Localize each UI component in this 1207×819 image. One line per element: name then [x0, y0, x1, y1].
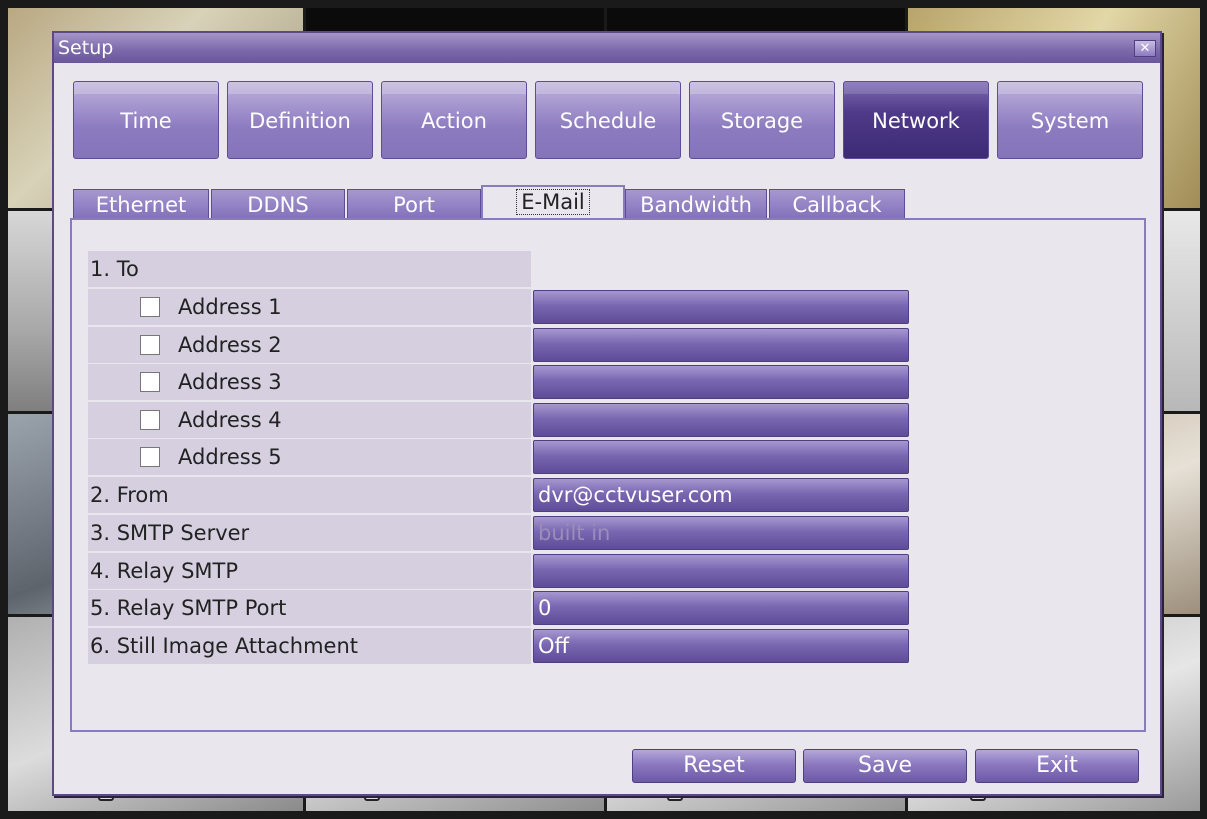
attachment-label: 6. Still Image Attachment [90, 634, 359, 658]
address-2-checkbox[interactable] [140, 335, 160, 355]
address-row: Address 5 [88, 439, 531, 475]
subtab-email[interactable]: E-Mail [481, 185, 625, 221]
email-settings-panel: 1. To Address 1 Address 2 Address 3 Addr… [70, 218, 1146, 732]
address-4-checkbox[interactable] [140, 410, 160, 430]
address-3-checkbox[interactable] [140, 372, 160, 392]
to-label: 1. To [90, 257, 139, 281]
address-row: Address 1 [88, 289, 531, 325]
setup-dialog: Setup ✕ Time Definition Action Schedule … [52, 31, 1162, 796]
address-1-input[interactable] [533, 290, 909, 324]
relay-port-label: 5. Relay SMTP Port [90, 596, 287, 620]
relay-smtp-input[interactable] [533, 554, 909, 588]
address-1-checkbox[interactable] [140, 297, 160, 317]
subtab-port[interactable]: Port [347, 189, 481, 219]
smtp-server-field: built in [533, 516, 909, 550]
from-input[interactable]: dvr@cctvuser.com [533, 478, 909, 512]
subtab-bandwidth[interactable]: Bandwidth [625, 189, 767, 219]
relay-smtp-label: 4. Relay SMTP [90, 559, 239, 583]
window-title: Setup [58, 37, 114, 59]
subtab-ddns[interactable]: DDNS [211, 189, 345, 219]
tab-definition[interactable]: Definition [227, 81, 373, 159]
address-4-label: Address 4 [178, 408, 282, 432]
address-5-checkbox[interactable] [140, 447, 160, 467]
tab-storage[interactable]: Storage [689, 81, 835, 159]
address-1-label: Address 1 [178, 295, 282, 319]
address-row: Address 2 [88, 327, 531, 363]
tab-system[interactable]: System [997, 81, 1143, 159]
to-row: 1. To [88, 251, 531, 287]
attachment-select[interactable]: Off [533, 629, 909, 663]
close-icon: ✕ [1139, 41, 1151, 56]
address-3-input[interactable] [533, 365, 909, 399]
from-row: 2. From [88, 477, 531, 513]
subtab-ethernet[interactable]: Ethernet [73, 189, 209, 219]
address-5-input[interactable] [533, 440, 909, 474]
close-button[interactable]: ✕ [1134, 40, 1156, 57]
reset-button[interactable]: Reset [632, 749, 796, 783]
save-button[interactable]: Save [803, 749, 967, 783]
relay-port-row: 5. Relay SMTP Port [88, 590, 531, 626]
address-2-label: Address 2 [178, 333, 282, 357]
tab-time[interactable]: Time [73, 81, 219, 159]
exit-button[interactable]: Exit [975, 749, 1139, 783]
title-bar: Setup ✕ [54, 33, 1160, 63]
attachment-row: 6. Still Image Attachment [88, 628, 531, 664]
address-row: Address 4 [88, 402, 531, 438]
relay-port-input[interactable]: 0 [533, 591, 909, 625]
tab-network[interactable]: Network [843, 81, 989, 159]
address-5-label: Address 5 [178, 445, 282, 469]
tab-schedule[interactable]: Schedule [535, 81, 681, 159]
tab-action[interactable]: Action [381, 81, 527, 159]
address-row: Address 3 [88, 364, 531, 400]
address-3-label: Address 3 [178, 370, 282, 394]
smtp-server-label: 3. SMTP Server [90, 521, 250, 545]
subtab-callback[interactable]: Callback [769, 189, 905, 219]
subtab-email-label: E-Mail [516, 189, 590, 215]
address-4-input[interactable] [533, 403, 909, 437]
relay-smtp-row: 4. Relay SMTP [88, 553, 531, 589]
from-label: 2. From [90, 483, 169, 507]
address-2-input[interactable] [533, 328, 909, 362]
smtp-server-row: 3. SMTP Server [88, 515, 531, 551]
